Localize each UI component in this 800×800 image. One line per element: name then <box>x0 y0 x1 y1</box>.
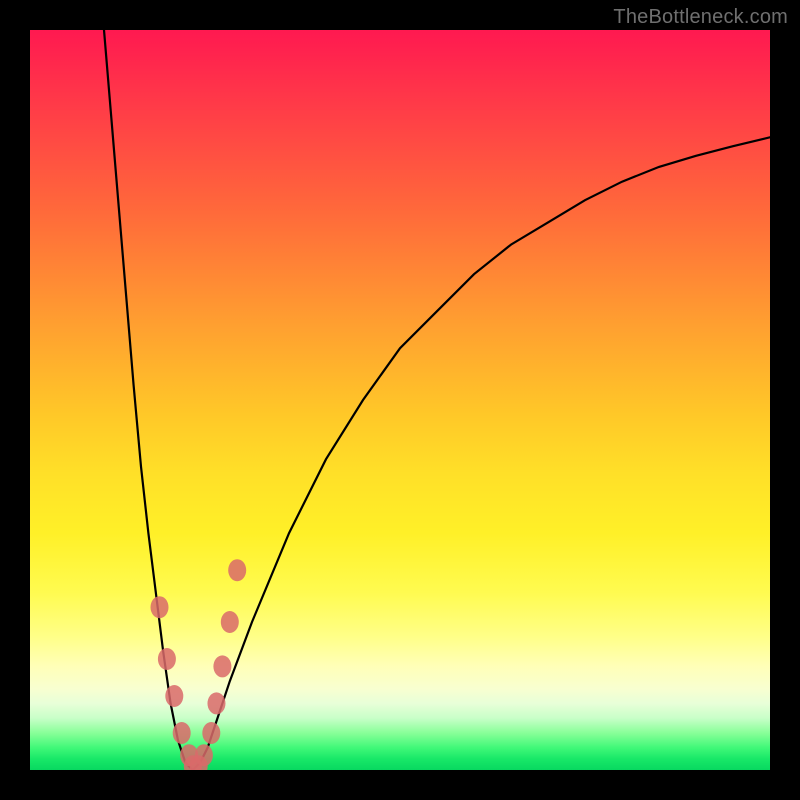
chart-svg <box>30 30 770 770</box>
chart-frame: TheBottleneck.com <box>0 0 800 800</box>
data-point <box>228 559 246 581</box>
data-point <box>221 611 239 633</box>
data-point <box>173 722 191 744</box>
watermark-text: TheBottleneck.com <box>613 6 788 29</box>
marker-group <box>151 559 247 770</box>
data-point <box>213 655 231 677</box>
bottleneck-curve <box>104 30 770 770</box>
data-point <box>195 744 213 766</box>
data-point <box>165 685 183 707</box>
data-point <box>151 596 169 618</box>
data-point <box>207 692 225 714</box>
data-point <box>158 648 176 670</box>
plot-area <box>30 30 770 770</box>
data-point <box>202 722 220 744</box>
